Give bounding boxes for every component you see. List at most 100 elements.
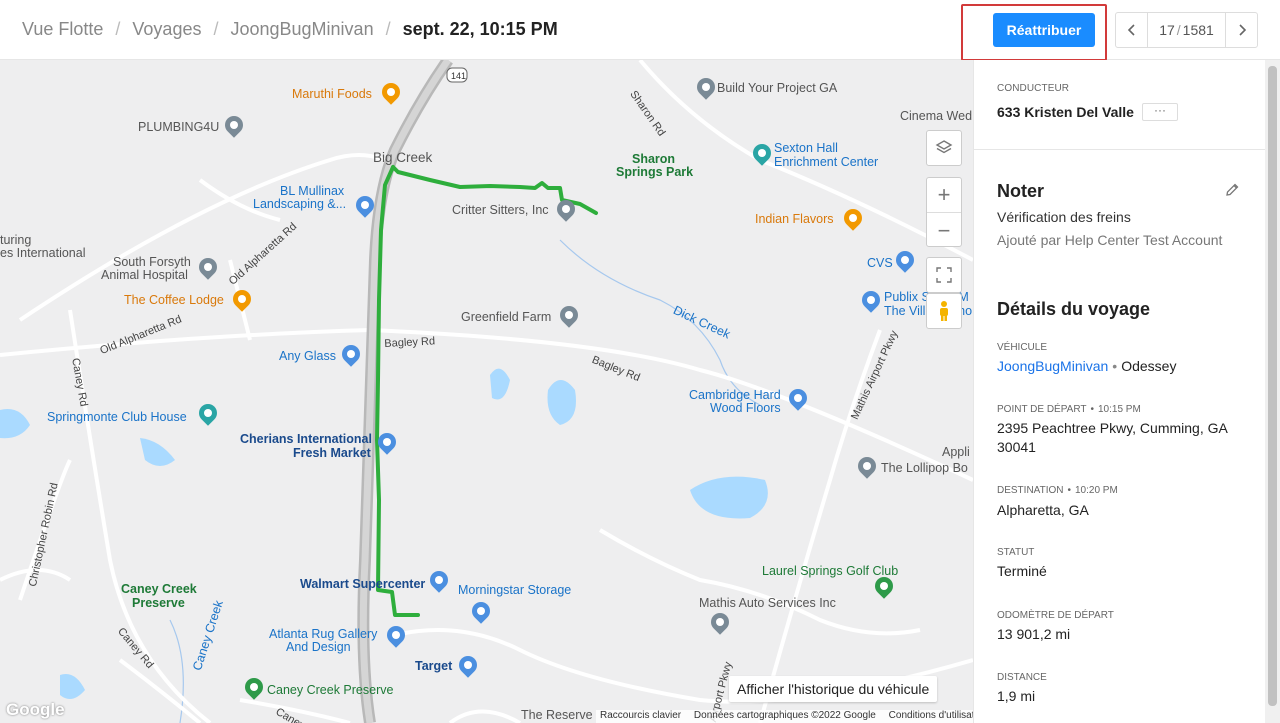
breadcrumb-current-trip: sept. 22, 10:15 PM [402, 19, 558, 39]
odometer-value: 13 901,2 mi [997, 626, 1071, 642]
next-trip-button[interactable] [1225, 13, 1257, 47]
map-label: Caney Creek [121, 582, 197, 596]
zoom-control: + − [926, 177, 962, 247]
map-label: Build Your Project GA [717, 81, 838, 95]
map-label: Springmonte Club House [47, 410, 187, 424]
map-label: Landscaping &... [253, 197, 347, 211]
separator-dot: • [1112, 358, 1118, 374]
map-label: Preserve [132, 596, 185, 610]
pencil-icon [1226, 183, 1239, 196]
map-label: Bagley Rd [384, 335, 436, 350]
pager-current: 17 [1159, 22, 1175, 38]
breadcrumb-trips[interactable]: Voyages [132, 19, 201, 40]
driver-label: CONDUCTEUR [997, 83, 1070, 94]
previous-trip-button[interactable] [1116, 13, 1148, 47]
map-label: Critter Sitters, Inc [452, 203, 549, 217]
map-label: es International [0, 246, 86, 260]
chevron-left-icon [1127, 24, 1135, 36]
map-label: CVS [867, 256, 893, 270]
start-label: POINT DE DÉPART • 10:15 PM [997, 404, 1141, 415]
map-label: Target [415, 659, 453, 673]
destination-label: DESTINATION • 10:20 PM [997, 485, 1118, 496]
top-header: Vue Flotte / Voyages / JoongBugMinivan /… [0, 0, 1280, 61]
pager-separator: / [1176, 22, 1181, 38]
map-label: Big Creek [373, 150, 433, 165]
start-label-text: POINT DE DÉPART [997, 404, 1087, 415]
map-label: Cambridge Hard [689, 388, 781, 402]
driver-name[interactable]: 633 Kristen Del Valle [997, 104, 1134, 120]
breadcrumb-separator: / [213, 19, 219, 39]
pager-count: 17/1581 [1148, 22, 1225, 38]
trip-details-panel: CONDUCTEUR 633 Kristen Del Valle ··· Not… [973, 60, 1266, 723]
scrollbar-thumb[interactable] [1268, 66, 1277, 706]
breadcrumb-vehicle[interactable]: JoongBugMinivan [230, 19, 373, 40]
map-label: BL Mullinax [280, 184, 345, 198]
map-label: Mathis Auto Services Inc [699, 596, 836, 610]
vehicle-label: VÉHICULE [997, 342, 1048, 353]
map-label: Appli [942, 445, 970, 459]
map-label: South Forsyth [113, 255, 191, 269]
map-label: Springs Park [616, 165, 694, 179]
status-label: STATUT [997, 547, 1035, 558]
map-label: turing [0, 233, 32, 247]
separator-dot: • [1067, 485, 1071, 496]
keyboard-shortcuts-link[interactable]: Raccourcis clavier [600, 710, 681, 721]
driver-more-button[interactable]: ··· [1142, 103, 1178, 121]
terms-link[interactable]: Conditions d'utilisation [889, 710, 973, 721]
map-label: Wood Floors [710, 401, 781, 415]
trip-pager: 17/1581 [1115, 12, 1258, 48]
map-label: Caney Creek Preserve [267, 683, 394, 697]
map-label: The Coffee Lodge [124, 293, 224, 307]
edit-note-button[interactable] [1224, 182, 1240, 203]
note-title: Noter [997, 181, 1045, 201]
map-label: Morningstar Storage [458, 583, 572, 597]
driver-section: CONDUCTEUR 633 Kristen Del Valle ··· [974, 60, 1266, 150]
separator-dot: • [1090, 404, 1094, 415]
map-label: Laurel Springs Golf Club [762, 564, 899, 578]
zoom-in-button[interactable]: + [927, 178, 961, 213]
map-label: Any Glass [279, 349, 336, 363]
map-label: Greenfield Farm [461, 310, 552, 324]
map-label: Maruthi Foods [292, 87, 372, 101]
map-label: And Design [286, 640, 351, 654]
street-view-button[interactable] [926, 293, 962, 329]
trip-details-title: Détails du voyage [997, 299, 1151, 319]
fullscreen-button[interactable] [926, 257, 962, 293]
map-label: Cherians International [240, 432, 372, 446]
map-label: Enrichment Center [774, 155, 879, 169]
breadcrumb-fleet-view[interactable]: Vue Flotte [22, 19, 103, 40]
map-label: Sexton Hall [774, 141, 838, 155]
map-layers-button[interactable] [926, 130, 962, 166]
map-label: Indian Flavors [755, 212, 834, 226]
zoom-out-button[interactable]: − [927, 213, 961, 248]
destination-address: Alpharetta, GA [997, 502, 1089, 518]
map-label: Animal Hospital [101, 268, 188, 282]
map-label: Atlanta Rug Gallery [269, 627, 378, 641]
fullscreen-icon [936, 267, 952, 283]
trip-map[interactable]: Maruthi Foods Build Your Project GA Shar… [0, 60, 973, 723]
reassign-button[interactable]: Réattribuer [993, 13, 1095, 47]
breadcrumb-separator: / [115, 19, 121, 39]
map-label: Sharon [632, 152, 676, 166]
route-shield-label: 141 [451, 71, 467, 81]
breadcrumb: Vue Flotte / Voyages / JoongBugMinivan /… [22, 19, 558, 40]
note-text: Vérification des freins [997, 209, 1131, 225]
chevron-right-icon [1238, 24, 1246, 36]
map-data-credit: Données cartographiques ©2022 Google [693, 710, 876, 721]
distance-label: DISTANCE [997, 672, 1047, 683]
layers-icon [935, 140, 953, 154]
map-label: Cinema Wed [900, 109, 973, 123]
vehicle-link[interactable]: JoongBugMinivan [997, 358, 1108, 374]
odometer-label: ODOMÈTRE DE DÉPART [997, 610, 1114, 621]
vehicle-history-button[interactable]: Afficher l'historique du véhicule [729, 676, 938, 702]
pegman-icon [940, 301, 948, 321]
vehicle-value: JoongBugMinivan • Odessey [997, 357, 1252, 376]
map-label: The Reserve [521, 708, 593, 722]
panel-scrollbar[interactable] [1265, 60, 1280, 723]
map-label: Fresh Market [293, 446, 371, 460]
start-address: 2395 Peachtree Pkwy, Cumming, GA 30041 [997, 420, 1228, 455]
map-attribution: Raccourcis clavier Données cartographiqu… [596, 710, 973, 723]
google-logo: Google [6, 700, 65, 719]
distance-value: 1,9 mi [997, 688, 1036, 704]
vehicle-model: Odessey [1121, 358, 1177, 374]
